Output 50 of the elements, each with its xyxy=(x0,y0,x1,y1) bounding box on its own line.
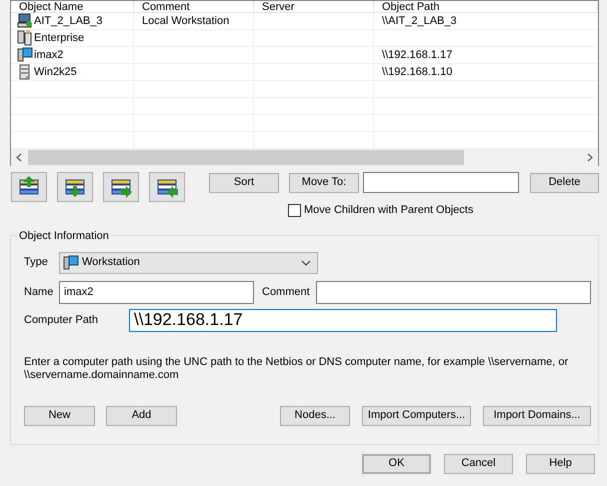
cell-text: Win2k25 xyxy=(34,64,77,80)
column-header[interactable]: Object Name xyxy=(19,2,84,13)
server-group-icon xyxy=(17,30,33,46)
dialog-button[interactable]: Cancel xyxy=(444,454,513,474)
help-text: Enter a computer path using the UNC path to the Netbios or DNS computer name, for example \\servername, or \\servername.domainname.com xyxy=(24,356,570,382)
list-row[interactable]: Win2k25 \\192.168.1.10 xyxy=(11,64,598,81)
action-button[interactable]: Import Domains... xyxy=(483,406,591,426)
action-button[interactable]: Import Computers... xyxy=(362,406,471,426)
dialog-button[interactable]: OK xyxy=(362,454,431,474)
dialog-button[interactable]: Help xyxy=(526,454,595,474)
list-row[interactable]: AIT_2_LAB_3 Local Workstation \\AIT_2_LAB_3 xyxy=(11,13,598,30)
type-dropdown[interactable]: Workstation xyxy=(59,252,318,274)
name-field[interactable]: imax2 xyxy=(59,280,254,304)
comment-field[interactable] xyxy=(316,280,591,304)
move-to-button[interactable]: Move To: xyxy=(289,172,359,192)
chevron-down-icon xyxy=(301,260,311,266)
scrollbar-thumb[interactable] xyxy=(28,150,464,165)
checkbox-label: Move Children with Parent Objects xyxy=(304,203,474,218)
computer-icon xyxy=(17,13,33,29)
computer-icon xyxy=(17,47,33,63)
computer-path-label: Computer Path xyxy=(24,312,99,328)
cell-text: Local Workstation xyxy=(142,14,230,29)
column-header[interactable]: Server xyxy=(262,2,294,13)
computer-path-field[interactable]: \\192.168.1.17 xyxy=(129,308,557,332)
cell-text: AIT_2_LAB_3 xyxy=(34,14,102,29)
column-header[interactable]: Object Path xyxy=(382,2,440,13)
comment-label: Comment xyxy=(262,284,311,300)
cell-text: \\192.168.1.10 xyxy=(382,64,452,80)
list-row[interactable]: imax2 \\192.168.1.17 xyxy=(11,47,598,64)
toolbar-button[interactable] xyxy=(149,172,185,202)
cell-text: imax2 xyxy=(34,48,64,63)
toolbar-button[interactable] xyxy=(57,172,93,202)
sort-button[interactable]: Sort xyxy=(209,172,279,192)
list-row[interactable]: Enterprise xyxy=(11,30,598,47)
action-button[interactable]: New xyxy=(24,406,95,426)
horizontal-scrollbar[interactable] xyxy=(11,149,598,166)
type-label: Type xyxy=(24,255,49,270)
action-button[interactable]: Nodes... xyxy=(280,406,350,426)
delete-button[interactable]: Delete xyxy=(530,172,599,192)
action-button[interactable]: Add xyxy=(106,406,177,426)
cell-text: Enterprise xyxy=(34,30,84,46)
cell-text: \\AIT_2_LAB_3 xyxy=(382,14,457,29)
move-to-field[interactable] xyxy=(363,172,519,193)
toolbar-button[interactable] xyxy=(103,172,139,202)
computer-icon xyxy=(63,254,79,270)
toolbar-button[interactable] xyxy=(11,172,47,202)
column-header[interactable]: Comment xyxy=(142,2,190,13)
cell-text: \\192.168.1.17 xyxy=(382,48,452,63)
checkbox[interactable] xyxy=(288,204,301,217)
name-label: Name xyxy=(24,284,54,300)
